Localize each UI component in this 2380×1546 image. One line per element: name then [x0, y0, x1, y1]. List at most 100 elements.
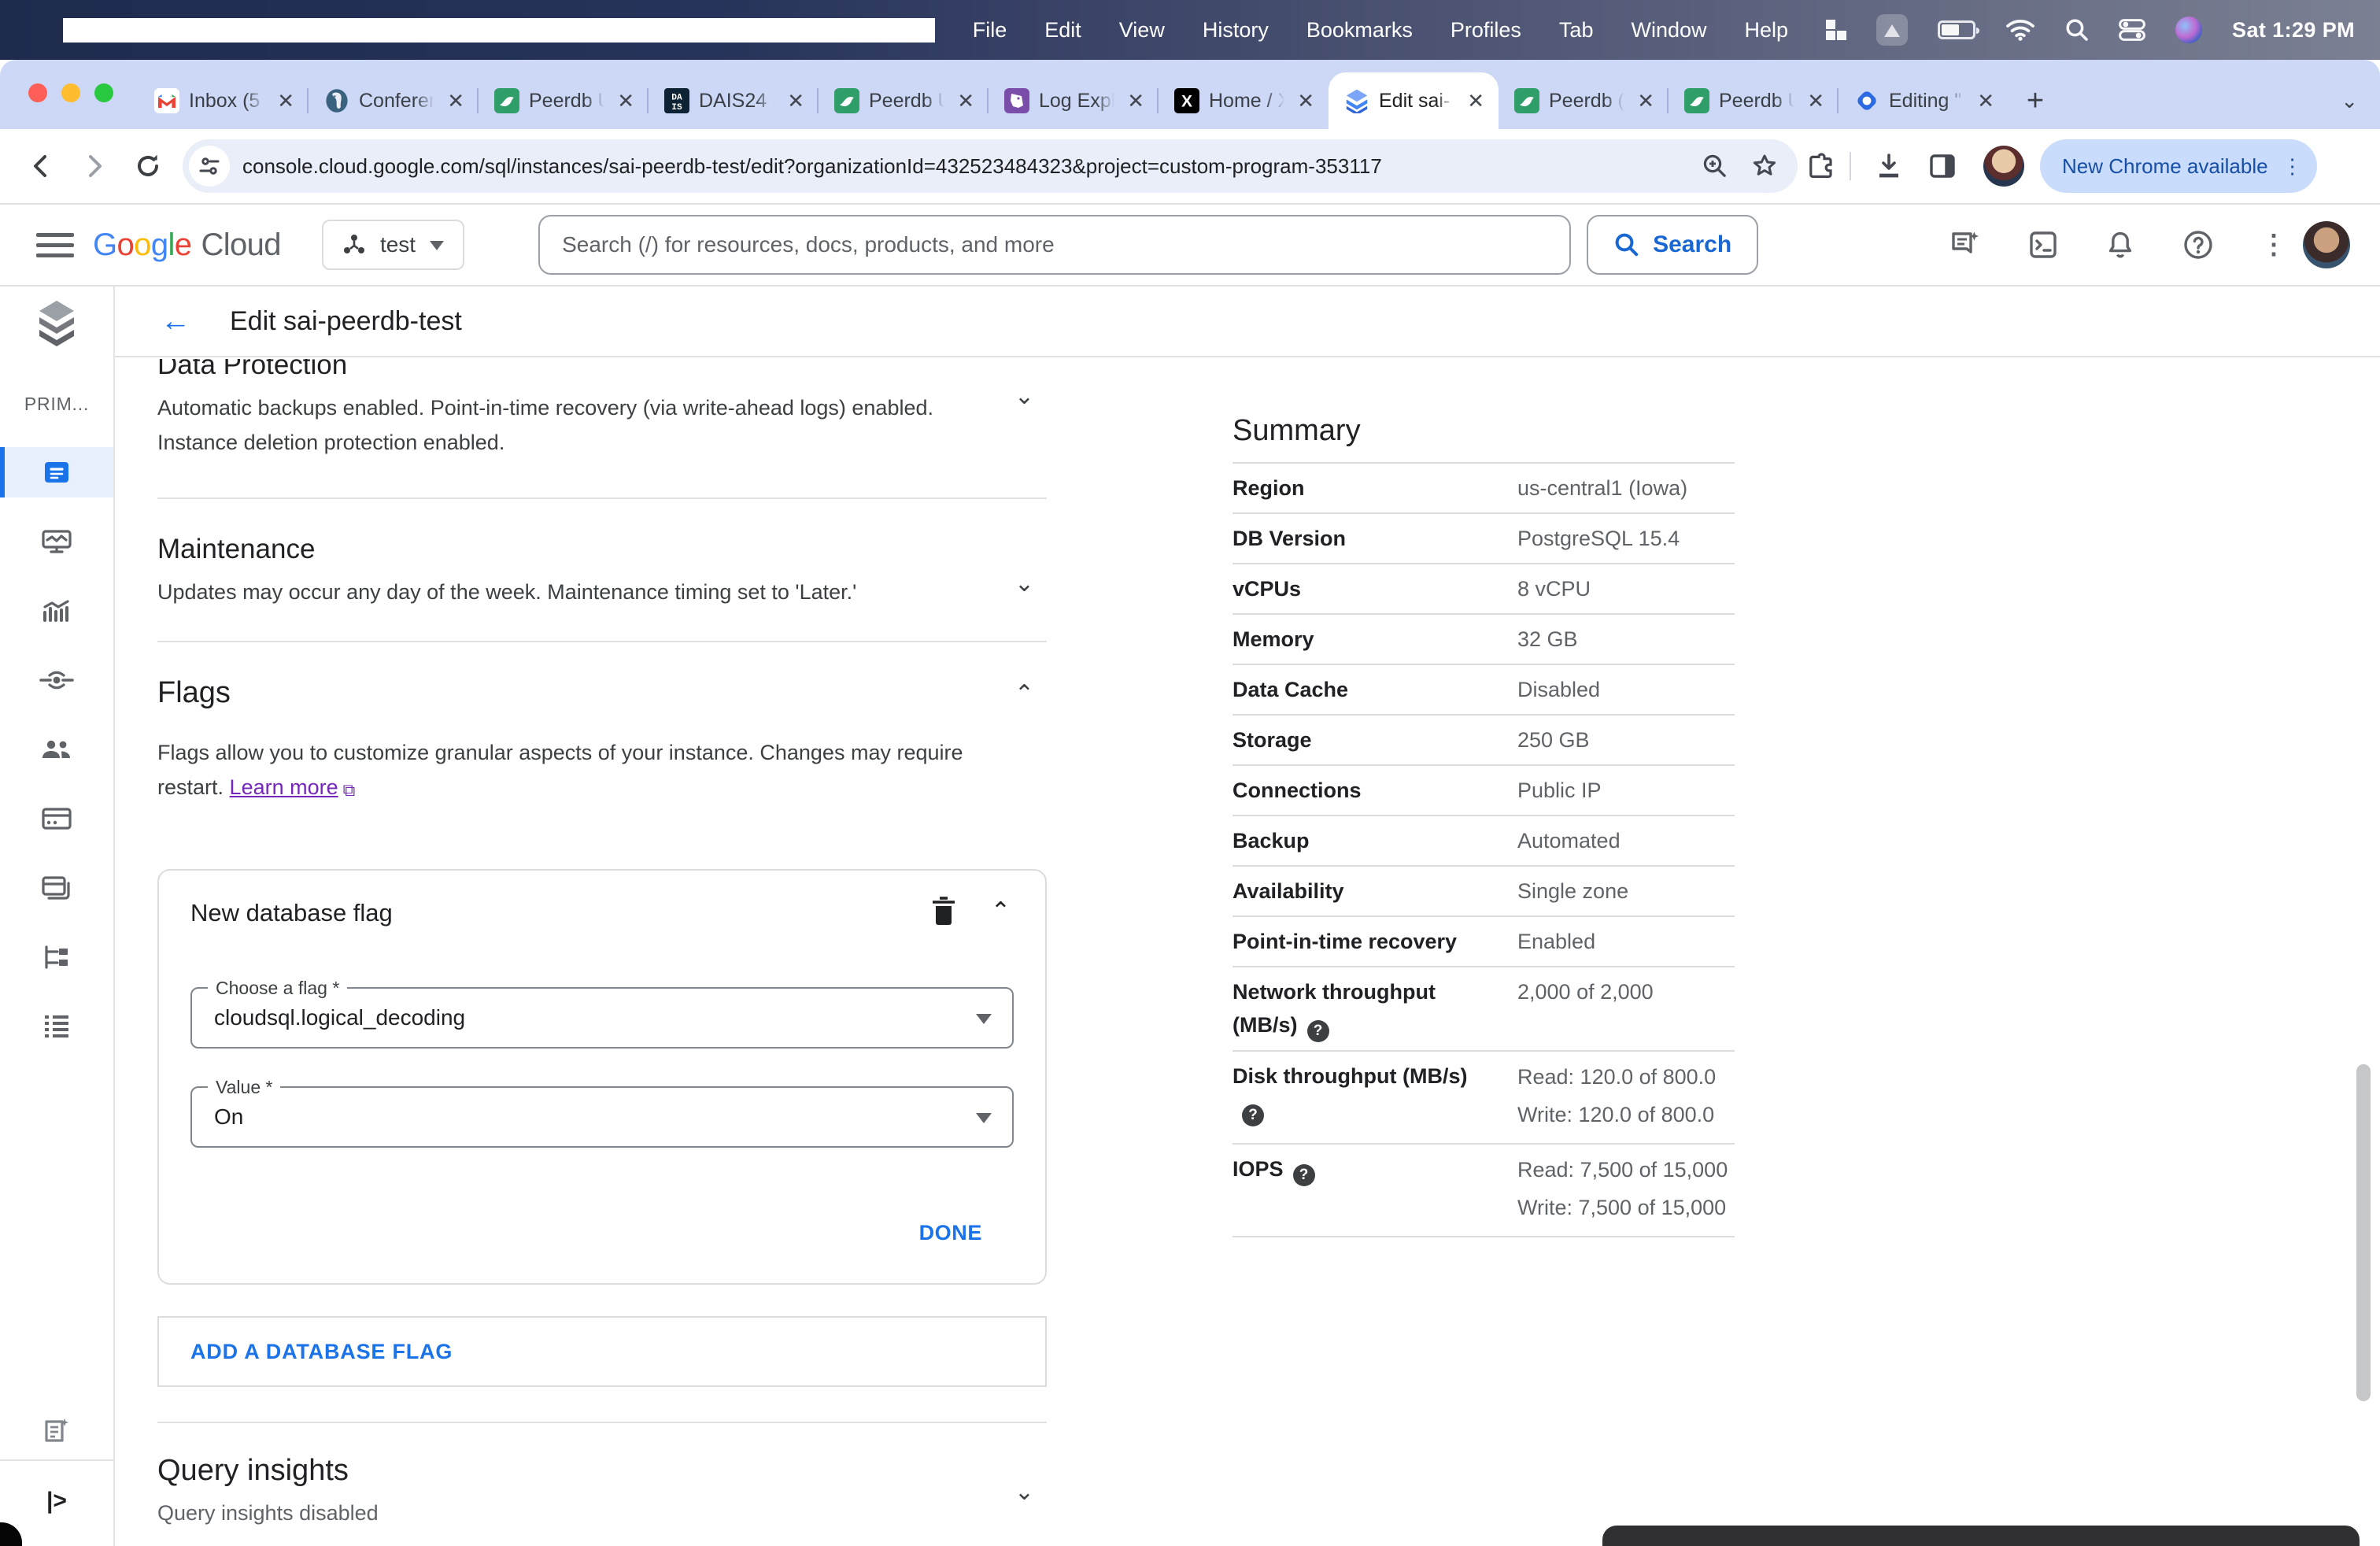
menu-chrome[interactable]: Chrome [63, 17, 935, 43]
zoom-page-icon[interactable] [1702, 152, 1728, 180]
browser-profile-avatar[interactable] [1983, 146, 2024, 187]
gmail-favicon-icon [154, 88, 179, 113]
expand-chevron-icon[interactable]: ⌄ [1014, 383, 1034, 410]
sidebar-item-system-insights[interactable] [0, 516, 113, 567]
control-center-icon[interactable] [2119, 19, 2145, 41]
sidebar-item-connections[interactable] [0, 655, 113, 705]
browser-tab-active[interactable]: Edit sai- ✕ [1329, 72, 1499, 129]
menu-window[interactable]: Window [1631, 18, 1706, 43]
collapse-card-chevron-icon[interactable]: ⌃ [991, 897, 1011, 925]
menu-file[interactable]: File [973, 18, 1007, 43]
close-tab-icon[interactable]: ✕ [274, 89, 298, 113]
more-vert-icon[interactable]: ⋮ [2260, 229, 2287, 261]
browser-tab[interactable]: Conferen ✕ [307, 72, 479, 129]
cloud-search-button[interactable]: Search [1587, 215, 1759, 275]
menu-edit[interactable]: Edit [1044, 18, 1081, 43]
menu-view[interactable]: View [1119, 18, 1165, 43]
forward-button[interactable] [69, 141, 120, 191]
back-button[interactable] [16, 141, 66, 191]
reload-button[interactable] [123, 141, 173, 191]
chrome-update-pill[interactable]: New Chrome available ⋮ [2040, 139, 2317, 193]
cloud-shell-icon[interactable] [2027, 229, 2059, 261]
menu-tab[interactable]: Tab [1559, 18, 1594, 43]
side-panel-icon[interactable] [1917, 141, 1968, 191]
google-cloud-logo[interactable]: Google Cloud [93, 227, 282, 263]
spotlight-search-icon[interactable] [2065, 18, 2089, 42]
close-tab-icon[interactable]: ✕ [1804, 89, 1828, 113]
close-tab-icon[interactable]: ✕ [954, 89, 978, 113]
dropdown-caret-icon [976, 1014, 992, 1032]
siri-icon[interactable] [2175, 17, 2203, 43]
browser-tab[interactable]: X Home / X ✕ [1157, 72, 1329, 129]
close-tab-icon[interactable]: ✕ [1634, 89, 1658, 113]
sidebar-item-query-insights[interactable] [0, 586, 113, 636]
close-tab-icon[interactable]: ✕ [784, 89, 808, 113]
wifi-icon[interactable] [2005, 19, 2035, 41]
address-bar[interactable]: console.cloud.google.com/sql/instances/s… [183, 139, 1798, 193]
zoom-window-button[interactable] [94, 83, 113, 102]
menu-help[interactable]: Help [1745, 18, 1789, 43]
notifications-bell-icon[interactable] [2105, 229, 2136, 261]
app-menu-icon[interactable] [1876, 14, 1909, 46]
browser-tab[interactable]: Peerdb U ✕ [817, 72, 989, 129]
cloud-search-input[interactable]: Search (/) for resources, docs, products… [538, 215, 1572, 275]
menu-history[interactable]: History [1203, 18, 1269, 43]
summary-row: Availability Single zone [1232, 865, 1735, 915]
close-tab-icon[interactable]: ✕ [1464, 89, 1488, 113]
whats-new-icon[interactable] [0, 1406, 113, 1456]
sidebar-item-overview[interactable] [0, 447, 113, 497]
done-button[interactable]: DONE [919, 1221, 982, 1245]
choose-flag-select[interactable]: Choose a flag * cloudsql.logical_decodin… [190, 978, 1014, 1049]
browser-tab[interactable]: Peerdb U ✕ [477, 72, 649, 129]
delete-flag-icon[interactable] [931, 896, 956, 926]
chrome-menu-kebab-icon[interactable]: ⋮ [2282, 154, 2303, 179]
collapse-rail-button[interactable]: |> [0, 1488, 113, 1515]
nav-menu-icon[interactable] [36, 226, 74, 264]
browser-tab[interactable]: DA IS DAIS24 (✕ [647, 72, 819, 129]
close-tab-icon[interactable]: ✕ [1124, 89, 1148, 113]
release-notes-icon[interactable] [1949, 228, 1982, 261]
learn-more-link[interactable]: Learn more [230, 775, 338, 799]
tab-search-chevron-icon[interactable]: ⌄ [2341, 89, 2358, 113]
project-picker[interactable]: test [321, 220, 465, 270]
sidebar-item-users[interactable] [0, 724, 113, 775]
help-tooltip-icon[interactable]: ? [1306, 1020, 1329, 1042]
close-tab-icon[interactable]: ✕ [444, 89, 468, 113]
close-tab-icon[interactable]: ✕ [1974, 89, 1998, 113]
browser-tab[interactable]: Editing " ✕ [1837, 72, 2009, 129]
browser-tab[interactable]: Peerdb U ✕ [1667, 72, 1839, 129]
menu-profiles[interactable]: Profiles [1451, 18, 1521, 43]
stats-menu-icon[interactable] [1826, 20, 1847, 40]
download-icon[interactable] [1864, 141, 1914, 191]
extensions-icon[interactable] [1807, 151, 1837, 181]
sidebar-item-backups[interactable] [0, 863, 113, 913]
help-tooltip-icon[interactable]: ? [1242, 1104, 1264, 1126]
back-arrow-icon[interactable]: ← [161, 305, 190, 338]
minimize-window-button[interactable] [61, 83, 80, 102]
add-database-flag-button[interactable]: ADD A DATABASE FLAG [157, 1316, 1047, 1387]
help-icon[interactable] [2182, 228, 2215, 261]
close-tab-icon[interactable]: ✕ [614, 89, 638, 113]
new-tab-button[interactable]: + [2012, 77, 2059, 124]
sidebar-item-replicas[interactable] [0, 932, 113, 982]
sidebar-item-operations[interactable] [0, 1001, 113, 1052]
browser-tab[interactable]: Inbox (5 ✕ [139, 72, 309, 129]
menu-bookmarks[interactable]: Bookmarks [1306, 18, 1413, 43]
expand-chevron-icon[interactable]: ⌄ [1014, 1478, 1034, 1506]
battery-icon[interactable] [1938, 20, 1980, 39]
close-window-button[interactable] [28, 83, 47, 102]
close-tab-icon[interactable]: ✕ [1294, 89, 1318, 113]
site-info-icon[interactable] [189, 146, 230, 187]
browser-tab[interactable]: Peerdb (✕ [1499, 72, 1669, 129]
expand-chevron-icon[interactable]: ⌄ [1014, 570, 1034, 597]
account-avatar[interactable] [2303, 221, 2350, 268]
flag-value-select[interactable]: Value * On [190, 1077, 1014, 1148]
sidebar-item-databases[interactable] [0, 793, 113, 844]
menu-clock[interactable]: Sat 1:29 PM [2232, 18, 2355, 43]
scrollbar-thumb[interactable] [2356, 1064, 2371, 1401]
url-text[interactable]: console.cloud.google.com/sql/instances/s… [242, 154, 1689, 179]
help-tooltip-icon[interactable]: ? [1292, 1164, 1315, 1186]
browser-tab[interactable]: Log Expl ✕ [987, 72, 1159, 129]
collapse-chevron-icon[interactable]: ⌃ [1014, 680, 1034, 708]
bookmark-star-icon[interactable] [1750, 152, 1779, 180]
